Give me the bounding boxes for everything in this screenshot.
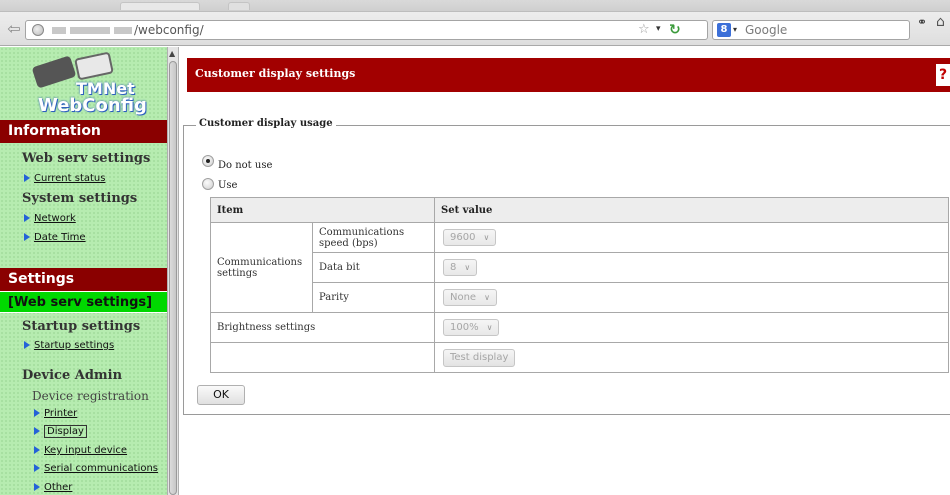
back-arrow-icon[interactable]: ⇦ [4, 20, 24, 40]
search-placeholder[interactable]: Google [745, 23, 787, 37]
triangle-right-icon [34, 427, 40, 435]
table-row: Parity None ∨ [211, 282, 949, 313]
table-row: Communications settings Communications s… [210, 222, 949, 313]
reload-icon[interactable]: ↻ [669, 22, 685, 38]
sidebar-item-key-input-device[interactable]: Key input device [34, 445, 127, 456]
table-row: Brightness settings 100% ∨ [210, 312, 949, 343]
chevron-down-icon: ∨ [486, 323, 493, 332]
sidebar-section-web-serv: Web serv settings [22, 151, 151, 166]
triangle-right-icon [34, 464, 40, 472]
brightness-select[interactable]: 100% ∨ [443, 319, 500, 336]
redacted-host-part [114, 27, 132, 34]
parity-cell: None ∨ [434, 282, 949, 313]
browser-tab[interactable] [120, 2, 200, 10]
url-text[interactable]: /webconfig/ [134, 23, 204, 37]
binoculars-icon[interactable]: ⚭ [917, 15, 927, 29]
sidebar-item-other[interactable]: Other [34, 482, 72, 493]
table-row: Data bit 8 ∨ [211, 252, 949, 283]
sidebar-item-date-time[interactable]: Date Time [24, 232, 86, 243]
sidebar-item-network[interactable]: Network [24, 213, 76, 224]
radio-do-not-use-label[interactable]: Do not use [218, 160, 272, 171]
display-graphic-icon [74, 51, 114, 81]
parity-label: Parity [312, 282, 435, 313]
triangle-right-icon [34, 446, 40, 454]
sidebar-subheader-web-serv[interactable]: [Web serv settings] [0, 291, 167, 313]
triangle-right-icon [34, 483, 40, 491]
comm-speed-label: Communications speed (bps) [312, 222, 435, 253]
sidebar-item-printer[interactable]: Printer [34, 408, 77, 419]
column-header-item: Item [210, 197, 435, 223]
sidebar-device-registration: Device registration [32, 389, 149, 403]
sidebar-section-startup: Startup settings [22, 319, 141, 334]
chevron-down-icon: ∨ [483, 233, 490, 242]
comm-settings-group-label: Communications settings [210, 222, 313, 313]
scrollbar-thumb[interactable] [169, 61, 177, 495]
help-icon[interactable]: ? [936, 64, 950, 86]
sidebar-section-device-admin: Device Admin [22, 368, 123, 383]
brightness-cell: 100% ∨ [434, 312, 949, 343]
radio-use[interactable] [202, 178, 214, 190]
table-header-row: Item Set value [210, 197, 949, 223]
data-bit-cell: 8 ∨ [434, 252, 949, 283]
logo-text-line2: WebConfig [38, 95, 147, 116]
page-title: Customer display settings [195, 67, 356, 80]
tmnet-webconfig-logo: TMNet WebConfig [12, 51, 162, 117]
radio-do-not-use[interactable] [202, 155, 214, 167]
triangle-right-icon [34, 409, 40, 417]
sidebar-item-startup-settings[interactable]: Startup settings [24, 340, 114, 351]
chevron-down-icon: ∨ [464, 263, 471, 272]
home-icon[interactable]: ⌂ [936, 14, 945, 30]
triangle-right-icon [24, 214, 30, 222]
triangle-right-icon [24, 233, 30, 241]
sidebar-section-system: System settings [22, 191, 138, 206]
column-header-set-value: Set value [434, 197, 949, 223]
brightness-value: 100% [450, 322, 479, 333]
sidebar-header-information: Information [0, 120, 167, 143]
data-bit-select[interactable]: 8 ∨ [443, 259, 478, 276]
parity-select[interactable]: None ∨ [443, 289, 497, 306]
sidebar-item-current-status[interactable]: Current status [24, 173, 105, 184]
chevron-down-icon[interactable]: ▾ [656, 24, 661, 34]
redacted-host-part [70, 27, 110, 34]
browser-toolbar: ⇦ /webconfig/ ☆ ▾ ↻ 8 ▾ Google [0, 12, 950, 46]
address-bar[interactable]: /webconfig/ ☆ ▾ ↻ [25, 20, 708, 40]
sidebar: TMNet WebConfig Information Web serv set… [0, 47, 167, 495]
sidebar-item-display[interactable]: Display [34, 425, 87, 438]
comm-speed-value: 9600 [450, 232, 476, 243]
table-row: Test display [210, 342, 949, 373]
printer-graphic-icon [31, 55, 77, 89]
comm-speed-cell: 9600 ∨ [434, 222, 949, 253]
parity-value: None [450, 292, 477, 303]
redacted-host-part [52, 27, 66, 34]
chevron-down-icon: ∨ [484, 293, 490, 302]
ok-button[interactable]: OK [197, 385, 245, 405]
browser-tab-strip [0, 0, 950, 12]
data-bit-label: Data bit [312, 252, 435, 283]
scroll-up-arrow-icon[interactable]: ▲ [169, 49, 175, 58]
globe-icon [32, 24, 44, 36]
search-engine-icon[interactable]: 8 [717, 23, 731, 37]
empty-cell [210, 342, 435, 373]
test-display-cell: Test display [434, 342, 949, 373]
sidebar-header-settings: Settings [0, 268, 167, 291]
triangle-right-icon [24, 341, 30, 349]
fieldset-legend: Customer display usage [196, 118, 336, 129]
triangle-right-icon [24, 174, 30, 182]
sidebar-item-serial-communications[interactable]: Serial communications [34, 463, 158, 474]
data-bit-value: 8 [450, 262, 457, 273]
radio-use-label[interactable]: Use [218, 180, 237, 191]
chevron-down-icon[interactable]: ▾ [733, 25, 737, 34]
test-display-button[interactable]: Test display [443, 348, 516, 367]
brightness-label: Brightness settings [210, 312, 435, 343]
display-settings-table: Item Set value Communications settings C… [210, 197, 949, 373]
comm-speed-select[interactable]: 9600 ∨ [443, 229, 497, 246]
star-icon[interactable]: ☆ [638, 22, 650, 37]
browser-tab-new[interactable] [228, 2, 250, 10]
frame-scrollbar[interactable]: ▲ [167, 47, 179, 495]
search-bar[interactable]: 8 ▾ Google [712, 20, 910, 40]
